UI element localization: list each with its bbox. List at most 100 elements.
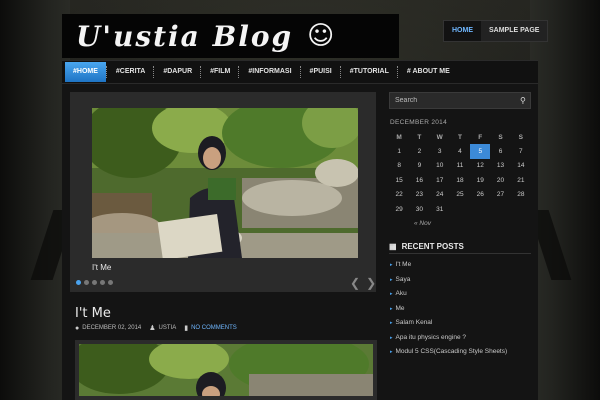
calendar-weekday: F xyxy=(478,133,483,141)
nav-item-dapur[interactable]: #DAPUR xyxy=(155,62,200,82)
post-meta: ● DECEMBER 02, 2014 ♟ USTIA ▮ NO COMMENT… xyxy=(75,324,237,333)
clock-icon: ● xyxy=(75,324,80,332)
arrow-bullet-icon: ▸ xyxy=(390,334,393,341)
slider-dot[interactable] xyxy=(84,280,89,285)
recent-post-title: Aku xyxy=(395,290,407,297)
slider-dots xyxy=(76,280,113,285)
calendar-day: 2 xyxy=(417,147,422,155)
post-author[interactable]: USTIA xyxy=(159,325,177,331)
calendar-day: 9 xyxy=(417,162,422,170)
calendar-day: 25 xyxy=(456,191,464,199)
top-nav-sample-page[interactable]: SAMPLE PAGE xyxy=(481,21,547,41)
slider-dot[interactable] xyxy=(76,280,81,285)
forest-stream-photo xyxy=(92,108,358,258)
arrow-bullet-icon: ▸ xyxy=(390,262,393,268)
calendar-caption: DECEMBER 2014 xyxy=(390,119,448,126)
calendar-day: 30 xyxy=(415,205,424,213)
calendar-day: 27 xyxy=(496,191,505,199)
post-comments-link[interactable]: NO COMMENTS xyxy=(191,325,237,331)
top-nav-home[interactable]: HOME xyxy=(444,21,481,41)
calendar: MTWTFSS 1 2 3 4 5 6 7 8 9 10 11 12 13 14 15 16 17 18 19 20 2… xyxy=(389,130,531,217)
search-input[interactable] xyxy=(389,92,531,109)
calendar-day: 26 xyxy=(476,191,484,199)
user-icon: ♟ xyxy=(149,325,156,332)
calendar-day: 7 xyxy=(519,147,523,155)
recent-post-title: I't Me xyxy=(395,261,412,268)
calendar-week: 22 23 24 25 26 27 28 xyxy=(389,188,531,203)
nav-item-home[interactable]: #HOME xyxy=(65,62,106,82)
calendar-day: 13 xyxy=(496,162,505,170)
calendar-day: 10 xyxy=(436,162,444,170)
slider-dot[interactable] xyxy=(92,280,97,285)
recent-post-title: Saya xyxy=(395,275,411,283)
category-navigation: #HOME #CERITA #DAPUR #FILM #INFORMASI #PUISI #… xyxy=(62,60,538,84)
background-texture-right xyxy=(530,0,600,400)
calendar-week: 1 2 3 456 7 xyxy=(389,144,531,159)
arrow-bullet-icon: ▸ xyxy=(390,349,393,355)
recent-post-link[interactable]: ▸ Aku xyxy=(390,287,535,302)
slider-dot[interactable] xyxy=(100,280,105,285)
calendar-day: 20 xyxy=(496,176,505,184)
background-texture-left xyxy=(0,0,70,400)
calendar-day: 8 xyxy=(397,162,401,170)
post-image[interactable] xyxy=(79,344,373,396)
calendar-week: 8 9 10 11 12 13 14 xyxy=(389,159,531,174)
calendar-day: 29 xyxy=(395,205,403,213)
calendar-week: 29 30 31 xyxy=(389,202,531,217)
recent-post-link[interactable]: ▸ Modul 5 CSS(Cascading Style Sheets) xyxy=(390,345,535,360)
calendar-day: 16 xyxy=(415,176,424,184)
recent-post-link[interactable]: ▸ Salam Kenal xyxy=(390,316,535,331)
recent-posts-title: RECENT POSTS xyxy=(401,242,464,251)
calendar-day[interactable]: 5 xyxy=(470,144,491,159)
nav-item-cerita[interactable]: #CERITA xyxy=(108,62,153,82)
calendar-day: 4 xyxy=(458,147,462,155)
calendar-weekday: S xyxy=(518,133,524,141)
calendar-empty-cell xyxy=(450,202,470,217)
calendar-week: 15 16 17 18 19 20 21 xyxy=(389,173,531,188)
featured-photo[interactable] xyxy=(92,108,358,258)
calendar-day: 23 xyxy=(415,191,424,199)
chevron-right-icon[interactable]: ❯ xyxy=(366,277,376,289)
calendar-empty-cell xyxy=(511,202,531,217)
calendar-weekday: W xyxy=(436,133,443,141)
calendar-day: 11 xyxy=(456,162,464,170)
top-navigation: HOME SAMPLE PAGE xyxy=(443,20,549,42)
calendar-weekday: S xyxy=(498,133,503,141)
post-date: DECEMBER 02, 2014 xyxy=(82,325,142,331)
calendar-day: 24 xyxy=(436,191,444,199)
blog-title: U'ustia Blog xyxy=(76,19,294,53)
search-icon[interactable]: ⚲ xyxy=(520,96,526,105)
calendar-day: 6 xyxy=(498,147,503,155)
recent-post-link[interactable]: ▸ Apa itu physics engine ? xyxy=(390,331,535,346)
blog-logo[interactable]: U'ustia Blog ☺ xyxy=(62,14,399,58)
calendar-weekdays: MTWTFSS xyxy=(389,130,531,144)
chevron-left-icon[interactable]: ❮ xyxy=(350,277,360,289)
recent-post-title: Me xyxy=(395,304,405,312)
nav-item-tutorial[interactable]: #TUTORIAL xyxy=(342,62,397,82)
recent-posts-list: ▸ I't Me ▸ Saya ▸ Aku ▸ Me ▸ Salam Kenal ▸ Apa itu … xyxy=(390,258,535,360)
recent-post-link[interactable]: ▸ Saya xyxy=(390,273,535,288)
calendar-day: 15 xyxy=(395,176,403,184)
slider-caption[interactable]: I't Me xyxy=(92,263,111,272)
recent-post-title: Salam Kenal xyxy=(395,319,433,326)
calendar-day: 1 xyxy=(397,147,401,155)
comment-icon: ▮ xyxy=(184,325,189,332)
nav-item-film[interactable]: #FILM xyxy=(202,62,238,82)
post-image-frame xyxy=(75,340,377,400)
slider-arrows: ❮ ❯ xyxy=(350,277,376,289)
post-title[interactable]: I't Me xyxy=(75,306,111,321)
nav-item-about-me[interactable]: # ABOUT ME xyxy=(399,62,458,82)
list-icon: ▦ xyxy=(389,242,397,251)
calendar-day: 21 xyxy=(517,176,525,184)
recent-posts-heading: ▦ RECENT POSTS xyxy=(389,240,531,254)
calendar-day: 31 xyxy=(436,205,444,213)
nav-item-informasi[interactable]: #INFORMASI xyxy=(240,62,299,82)
calendar-day: 14 xyxy=(517,162,525,170)
slider-dot[interactable] xyxy=(108,280,113,285)
calendar-day: 18 xyxy=(456,176,464,184)
calendar-prev-month-link[interactable]: « Nov xyxy=(414,220,431,227)
recent-post-link[interactable]: ▸ I't Me xyxy=(390,258,535,273)
calendar-empty-cell xyxy=(490,202,510,217)
nav-item-puisi[interactable]: #PUISI xyxy=(302,62,340,82)
recent-post-link[interactable]: ▸ Me xyxy=(390,302,535,317)
